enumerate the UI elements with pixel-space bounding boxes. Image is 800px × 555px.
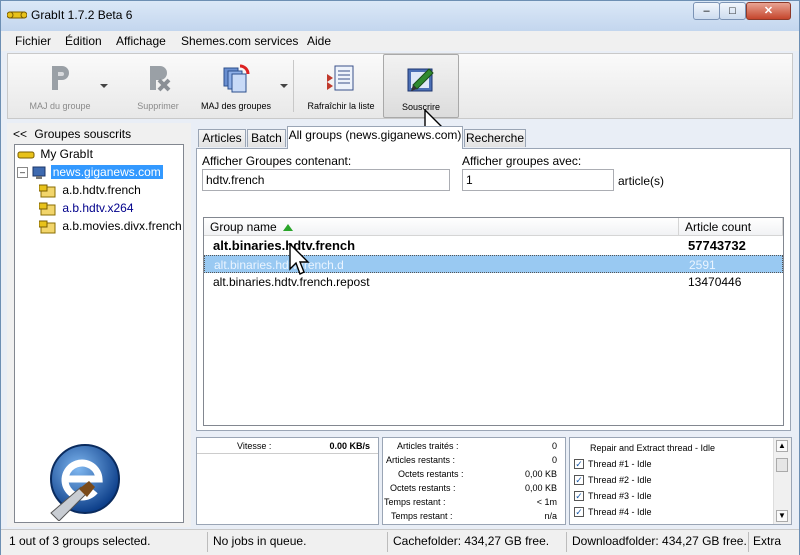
threads-scrollbar[interactable]: ▲ ▼ — [773, 438, 791, 524]
articles-unit-label: article(s) — [618, 174, 665, 188]
time-remaining-total-value: n/a — [544, 511, 557, 521]
toolbar: MAJ du groupe Supprimer MAJ des groupes — [7, 53, 793, 119]
tree-collapse-icon[interactable]: – — [17, 167, 28, 179]
mouse-cursor-icon — [289, 243, 310, 275]
speed-panel: Vitesse : 0.00 KB/s — [196, 437, 379, 525]
threads-panel: Repair and Extract thread - Idle ✓ Thread… — [569, 437, 792, 525]
scroll-up-icon[interactable]: ▲ — [776, 440, 788, 452]
menu-shemes-services[interactable]: Shemes.com services — [181, 34, 298, 48]
delete-icon — [150, 66, 171, 92]
main-tab-panel: Articles Batch All groups (news.giganews… — [194, 123, 793, 433]
subscribed-groups-panel: << Groupes souscrits My GrabIt – news.gi… — [7, 123, 191, 527]
maj-groupe-dropdown-icon[interactable] — [100, 84, 108, 88]
maximize-button[interactable]: □ — [719, 2, 746, 20]
articles-remaining-label: Articles restants : — [386, 455, 456, 465]
time-remaining-label: Temps restant : — [384, 497, 446, 507]
toolbar-separator — [293, 60, 294, 112]
status-separator — [207, 532, 208, 552]
time-remaining-total-label: Temps restant : — [391, 511, 453, 521]
maj-groupes-dropdown-icon[interactable] — [280, 84, 288, 88]
contains-label: Afficher Groupes contenant: — [202, 154, 352, 168]
bytes-remaining-total-label: Octets restants : — [390, 483, 456, 493]
group-folder-icon — [38, 202, 56, 216]
collapse-panel-button[interactable]: << — [13, 127, 27, 141]
supprimer-button[interactable]: Supprimer — [118, 54, 198, 118]
status-bar: 1 out of 3 groups selected. No jobs in q… — [1, 529, 799, 555]
window-title: GrabIt 1.7.2 Beta 6 — [31, 8, 133, 22]
status-separator — [387, 532, 388, 552]
server-icon — [32, 166, 46, 179]
articles-processed-label: Articles traités : — [397, 441, 459, 451]
maj-groupe-button[interactable]: MAJ du groupe — [14, 54, 106, 118]
rafraichir-button[interactable]: Rafraîchir la liste — [300, 54, 382, 118]
speed-label: Vitesse : — [237, 441, 272, 451]
tree-node-group[interactable]: a.b.hdtv.x264 — [38, 200, 136, 217]
bytes-remaining-label: Octets restants : — [398, 469, 464, 479]
group-folder-icon — [38, 220, 56, 234]
scroll-thumb[interactable] — [776, 458, 788, 472]
tree-node-server[interactable]: – news.giganews.com — [17, 164, 163, 181]
stats-panel: Articles traités : 0 Articles restants : 0… — [382, 437, 566, 525]
bytes-remaining-total-value: 0,00 KB — [524, 483, 557, 493]
tab-recherche[interactable]: Recherche — [464, 129, 526, 147]
groups-tree: My GrabIt – news.giganews.com a.b.hdtv.f… — [14, 144, 184, 523]
thread-status: Thread #1 - Idle — [588, 459, 652, 469]
tab-batch[interactable]: Batch — [247, 129, 286, 147]
tree-node-group[interactable]: a.b.hdtv.french — [38, 182, 143, 199]
tree-node-mygrabit[interactable]: My GrabIt — [17, 146, 95, 163]
menu-aide[interactable]: Aide — [307, 34, 331, 48]
menu-affichage[interactable]: Affichage — [116, 34, 166, 48]
download-folder-status: Downloadfolder: 434,27 GB free. — [572, 534, 747, 548]
repair-thread-status: Repair and Extract thread - Idle — [590, 443, 716, 453]
maj-groupes-button[interactable]: MAJ des groupes — [196, 54, 276, 118]
subscribe-icon — [407, 68, 434, 92]
grabit-root-icon — [17, 151, 35, 159]
menu-fichier[interactable]: Fichier — [15, 34, 51, 48]
column-header-article-count[interactable]: Article count — [679, 218, 783, 236]
thread-checkbox[interactable]: ✓ — [574, 507, 584, 517]
group-contains-input[interactable]: hdtv.french — [202, 169, 450, 191]
thread-checkbox[interactable]: ✓ — [574, 491, 584, 501]
tab-articles[interactable]: Articles — [198, 129, 246, 147]
update-group-icon — [52, 66, 69, 90]
thread-status: Thread #4 - Idle — [588, 507, 652, 517]
update-groups-icon — [223, 64, 250, 93]
tab-all-groups[interactable]: All groups (news.giganews.com) — [287, 126, 463, 149]
minimize-button[interactable]: – — [693, 2, 720, 20]
min-articles-input[interactable]: 1 — [462, 169, 614, 191]
group-folder-icon — [38, 184, 56, 198]
column-header-group-name[interactable]: Group name — [204, 218, 679, 236]
thread-status: Thread #3 - Idle — [588, 491, 652, 501]
tree-node-group[interactable]: a.b.movies.divx.french — [38, 218, 184, 235]
subscribed-groups-header: << Groupes souscrits — [13, 127, 132, 141]
close-button[interactable]: ✕ — [746, 2, 791, 20]
time-remaining-value: < 1m — [536, 497, 557, 507]
thread-status: Thread #2 - Idle — [588, 475, 652, 485]
sort-ascending-icon — [282, 224, 293, 232]
scroll-down-icon[interactable]: ▼ — [776, 510, 788, 522]
grabit-logo-icon — [7, 11, 27, 19]
articles-remaining-value: 0 — [551, 455, 557, 465]
extra-status: Extra — [753, 534, 782, 548]
thread-checkbox[interactable]: ✓ — [574, 459, 584, 469]
status-separator — [748, 532, 749, 552]
jobs-status: No jobs in queue. — [213, 534, 307, 548]
cache-folder-status: Cachefolder: 434,27 GB free. — [393, 534, 550, 548]
articles-processed-value: 0 — [551, 441, 557, 451]
status-separator — [566, 532, 567, 552]
bytes-remaining-value: 0,00 KB — [524, 469, 557, 479]
menu-edition[interactable]: Édition — [65, 34, 102, 48]
with-articles-label: Afficher groupes avec: — [462, 154, 582, 168]
title-bar[interactable]: GrabIt 1.7.2 Beta 6 – □ ✕ — [1, 1, 799, 31]
thread-checkbox[interactable]: ✓ — [574, 475, 584, 485]
refresh-list-icon — [327, 65, 354, 91]
menu-bar: Fichier Édition Affichage Shemes.com ser… — [1, 31, 799, 51]
speed-value: 0.00 KB/s — [329, 441, 370, 451]
shemes-logo-icon — [50, 444, 120, 521]
all-groups-tab-content: Afficher Groupes contenant: hdtv.french … — [196, 148, 791, 431]
selection-status: 1 out of 3 groups selected. — [9, 534, 151, 548]
app-window: GrabIt 1.7.2 Beta 6 – □ ✕ Fichier Éditio… — [0, 0, 800, 555]
